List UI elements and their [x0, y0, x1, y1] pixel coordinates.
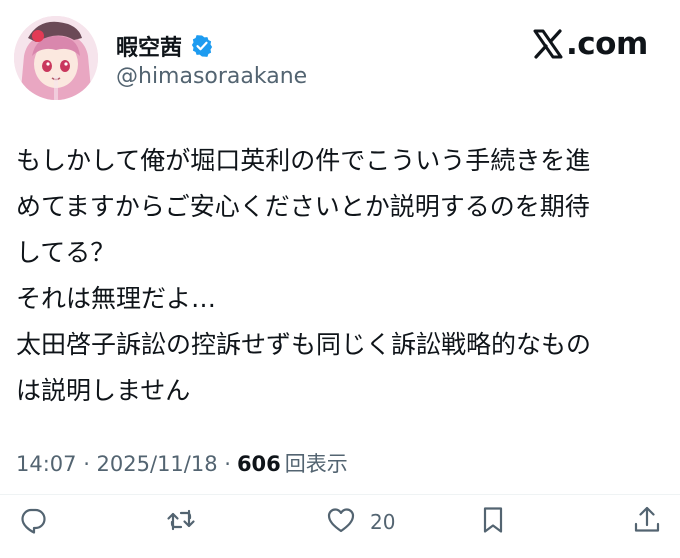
site-label: .com [566, 26, 648, 62]
view-count: 606 [236, 452, 281, 476]
like-button[interactable]: 20 [326, 502, 395, 542]
tweet-line: は説明しません [16, 376, 191, 405]
verified-badge-icon [190, 34, 214, 58]
share-icon [632, 505, 662, 539]
tweet-line: それは無理だよ… [16, 284, 217, 313]
bookmark-icon [478, 505, 508, 539]
reply-button[interactable] [18, 502, 48, 542]
share-button[interactable] [632, 502, 662, 542]
author-handle[interactable]: @himasoraakane [116, 64, 307, 89]
like-count: 20 [370, 510, 396, 534]
author-name-row: 暇空茜 [116, 30, 214, 62]
x-com-watermark: .com [532, 26, 648, 62]
retweet-button[interactable] [166, 502, 196, 542]
timestamp[interactable]: 14:07 · 2025/11/18 · [16, 452, 231, 476]
tweet-line: めてますからご安心くださいとか説明するのを期待 [16, 192, 590, 221]
divider [0, 494, 680, 495]
heart-icon [326, 505, 356, 539]
tweet-line: 太田啓子訴訟の控訴せずも同じく訴訟戦略的なもの [16, 330, 592, 359]
x-logo-icon [532, 28, 564, 60]
display-name[interactable]: 暇空茜 [116, 30, 182, 62]
action-bar: 20 [0, 502, 680, 546]
tweet-meta: 14:07 · 2025/11/18 · 606 回表示 [16, 448, 348, 478]
reply-icon [18, 505, 48, 539]
avatar[interactable] [14, 16, 98, 100]
view-count-label: 回表示 [284, 452, 348, 476]
tweet-text: もしかして俺が堀口英利の件でこういう手続きを進 めてますからご安心くださいとか説… [16, 138, 666, 414]
tweet-line: してる？ [16, 238, 116, 267]
bookmark-button[interactable] [478, 502, 508, 542]
avatar-image [14, 16, 98, 100]
tweet-line: もしかして俺が堀口英利の件でこういう手続きを進 [16, 146, 591, 175]
retweet-icon [166, 505, 196, 539]
